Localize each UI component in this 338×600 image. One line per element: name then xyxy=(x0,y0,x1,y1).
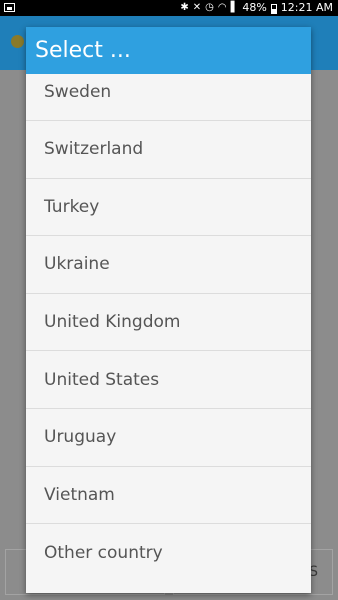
wifi-icon: ◠ xyxy=(217,2,227,13)
battery-icon xyxy=(270,3,277,14)
bluetooth-icon: ✱ xyxy=(180,2,189,13)
battery-percent: 48% xyxy=(242,1,267,14)
signal-icon: ▌ xyxy=(230,2,239,13)
select-dialog: Select ... Sweden Switzerland Turkey Ukr… xyxy=(26,27,311,593)
app-logo-icon xyxy=(11,35,24,48)
list-item-switzerland[interactable]: Switzerland xyxy=(26,121,311,179)
gallery-notification-icon xyxy=(4,3,15,12)
clock: 12:21 AM xyxy=(280,1,333,14)
country-list[interactable]: Sweden Switzerland Turkey Ukraine United… xyxy=(26,74,311,582)
list-item-sweden[interactable]: Sweden xyxy=(26,74,311,121)
alarm-icon: ◷ xyxy=(205,2,214,13)
list-item-uruguay[interactable]: Uruguay xyxy=(26,409,311,467)
list-item-ukraine[interactable]: Ukraine xyxy=(26,236,311,294)
dialog-title: Select ... xyxy=(26,27,311,74)
list-item-turkey[interactable]: Turkey xyxy=(26,179,311,237)
status-icons: ✱ ✕ ◷ ◠ ▌ 48% 12:21 AM xyxy=(180,1,333,15)
status-bar: ✱ ✕ ◷ ◠ ▌ 48% 12:21 AM xyxy=(0,0,338,16)
list-item-united-kingdom[interactable]: United Kingdom xyxy=(26,294,311,352)
list-item-vietnam[interactable]: Vietnam xyxy=(26,467,311,525)
list-item-other-country[interactable]: Other country xyxy=(26,524,311,582)
mute-icon: ✕ xyxy=(192,2,202,13)
list-item-united-states[interactable]: United States xyxy=(26,351,311,409)
